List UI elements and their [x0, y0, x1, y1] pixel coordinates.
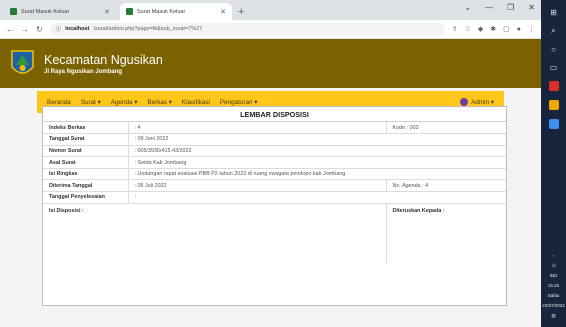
minimize-icon[interactable]: — [485, 3, 493, 12]
clock-day: Sabtu [547, 293, 560, 298]
user-icon [460, 98, 469, 106]
isi-ringkas-value: : Undangan rapat evaluasi PBB P2 tahun 2… [128, 168, 506, 181]
chevron-up-icon[interactable]: ‹ [553, 253, 555, 258]
site-header: Kecamatan Ngusikan Jl Raya Ngusikan Jomb… [0, 39, 541, 88]
nav-klasifikasi[interactable]: Klasifikasi [182, 99, 210, 106]
new-tab-button[interactable]: + [232, 6, 250, 20]
back-icon[interactable]: ← [6, 25, 14, 34]
isi-ringkas-label: Isi Ringkas [43, 168, 129, 181]
indeks-label: Indeks Berkas [43, 122, 129, 135]
window-controls: ⌄ — ❐ ✕ [464, 3, 535, 12]
no-agenda-value: No. Agenda : 4 [385, 179, 506, 193]
tab-label: Surat Masuk Keluar [21, 8, 70, 15]
admin-menu[interactable]: Admin ▾ [460, 98, 494, 106]
close-window-icon[interactable]: ✕ [528, 3, 535, 12]
asal-surat-value: : Setda Kab Jombang [128, 156, 506, 169]
file-explorer-icon[interactable]: ▭ [550, 63, 558, 72]
diteruskan-label: Diteruskan Kepada : [385, 203, 506, 264]
kode-value: Kode : 002 [385, 122, 506, 135]
close-icon[interactable]: ✕ [220, 8, 226, 16]
nomor-surat-label: Nomor Surat [43, 145, 129, 158]
extension-icon[interactable]: ◆ [478, 25, 483, 33]
star-icon[interactable]: ☆ [465, 25, 471, 33]
asal-surat-label: Asal Surat [43, 156, 129, 169]
nav-agenda[interactable]: Agenda ▾ [111, 99, 138, 106]
browser-tab-2[interactable]: Surat Masuk Keluar ✕ [120, 3, 232, 20]
windows-start-icon[interactable]: ⊞ [550, 8, 557, 17]
url-host: localhost [65, 26, 90, 32]
nav-pengaturan[interactable]: Pengaturan ▾ [220, 99, 257, 106]
forward-icon[interactable]: → [21, 25, 29, 34]
clock-time[interactable]: 15.25 [548, 283, 559, 288]
nav-beranda[interactable]: Beranda [47, 99, 71, 106]
tanggal-surat-label: Tanggal Surat [43, 133, 129, 146]
regency-emblem-icon [11, 49, 34, 74]
notification-icon[interactable]: ▤ [551, 313, 555, 319]
table-row: Indeks Berkas : 4 Kode : 002 [43, 122, 506, 135]
task-view-icon[interactable]: ○ [551, 45, 556, 54]
site-favicon-icon [10, 8, 17, 15]
taskbar-app-icon[interactable] [548, 81, 559, 91]
site-branding: Kecamatan Ngusikan Jl Raya Ngusikan Jomb… [44, 53, 163, 75]
isi-disposisi-label: Isi Disposisi : [49, 207, 84, 214]
table-row: Isi Disposisi : Diteruskan Kepada : [43, 203, 506, 264]
tab-search-icon[interactable]: ⌄ [464, 3, 471, 12]
table-row: Tanggal Penyelesaian : [43, 191, 506, 204]
browser-toolbar: ← → ↻ ⓘ localhost/surat/admin.php?page=t… [0, 20, 541, 39]
penyelesaian-value: : [128, 191, 506, 204]
sidebar-icon[interactable]: ▢ [503, 25, 510, 33]
table-row: Asal Surat : Setda Kab Jombang [43, 156, 506, 169]
volume-icon[interactable]: ◖) [551, 263, 555, 268]
clock-date: 23/07/2022 [542, 303, 565, 308]
menu-icon[interactable]: ⋮ [528, 25, 535, 33]
nav-berkas[interactable]: Berkas ▾ [147, 99, 172, 106]
search-icon[interactable]: ⌕ [551, 26, 555, 36]
site-title: Kecamatan Ngusikan [44, 52, 163, 67]
puzzle-icon[interactable]: ✱ [490, 25, 496, 33]
info-icon[interactable]: ⓘ [56, 25, 62, 33]
sheet-title: LEMBAR DISPOSISI [43, 107, 506, 122]
diterima-label: Diterima Tanggal [43, 179, 129, 193]
url-path: /surat/admin.php?page=tk&sub_surat=7%27 [93, 26, 203, 32]
maximize-icon[interactable]: ❐ [507, 3, 514, 12]
indeks-value: : 4 [128, 122, 386, 135]
tab-label: Surat Masuk Keluar [137, 8, 186, 15]
penyelesaian-label: Tanggal Penyelesaian [43, 191, 129, 204]
close-icon[interactable]: ✕ [104, 8, 110, 16]
diterima-value: : 06 Juli 2022 [128, 179, 386, 193]
browser-tabbar: Surat Masuk Keluar ✕ Surat Masuk Keluar … [0, 0, 541, 20]
disposition-sheet: LEMBAR DISPOSISI Indeks Berkas : 4 Kode … [42, 106, 507, 306]
system-tray: ‹ ◖) IND 15.25 Sabtu 23/07/2022 ▤ [541, 253, 566, 319]
taskbar-app-icon[interactable] [548, 119, 559, 129]
table-row: Tanggal Surat : 09 Juni 2022 [43, 133, 506, 146]
table-row: Nomor Surat : 005/3936/415.43/2022 [43, 145, 506, 158]
table-row: Diterima Tanggal : 06 Juli 2022 No. Agen… [43, 179, 506, 193]
tanggal-surat-value: : 09 Juni 2022 [128, 133, 506, 146]
nomor-surat-value: : 005/3936/415.43/2022 [128, 145, 506, 158]
table-row: Isi Ringkas : Undangan rapat evaluasi PB… [43, 168, 506, 181]
nav-surat[interactable]: Surat ▾ [81, 99, 101, 106]
windows-taskbar: ⊞ ⌕ ○ ▭ ‹ ◖) IND 15.25 Sabtu 23/07/2022 … [541, 0, 566, 327]
chrome-icon[interactable] [548, 100, 559, 110]
disposition-table: Indeks Berkas : 4 Kode : 002 Tanggal Sur… [43, 122, 506, 264]
share-icon[interactable]: ⇪ [452, 25, 458, 33]
browser-tab-1[interactable]: Surat Masuk Keluar ✕ [4, 3, 116, 20]
site-favicon-icon [126, 8, 133, 15]
profile-icon[interactable]: ● [517, 26, 521, 33]
admin-label: Admin ▾ [471, 98, 494, 106]
address-bar[interactable]: ⓘ localhost/surat/admin.php?page=tk&sub_… [49, 22, 445, 36]
site-address: Jl Raya Ngusikan Jombang [44, 68, 123, 75]
reload-icon[interactable]: ↻ [36, 25, 43, 34]
language-indicator[interactable]: IND [550, 273, 558, 278]
